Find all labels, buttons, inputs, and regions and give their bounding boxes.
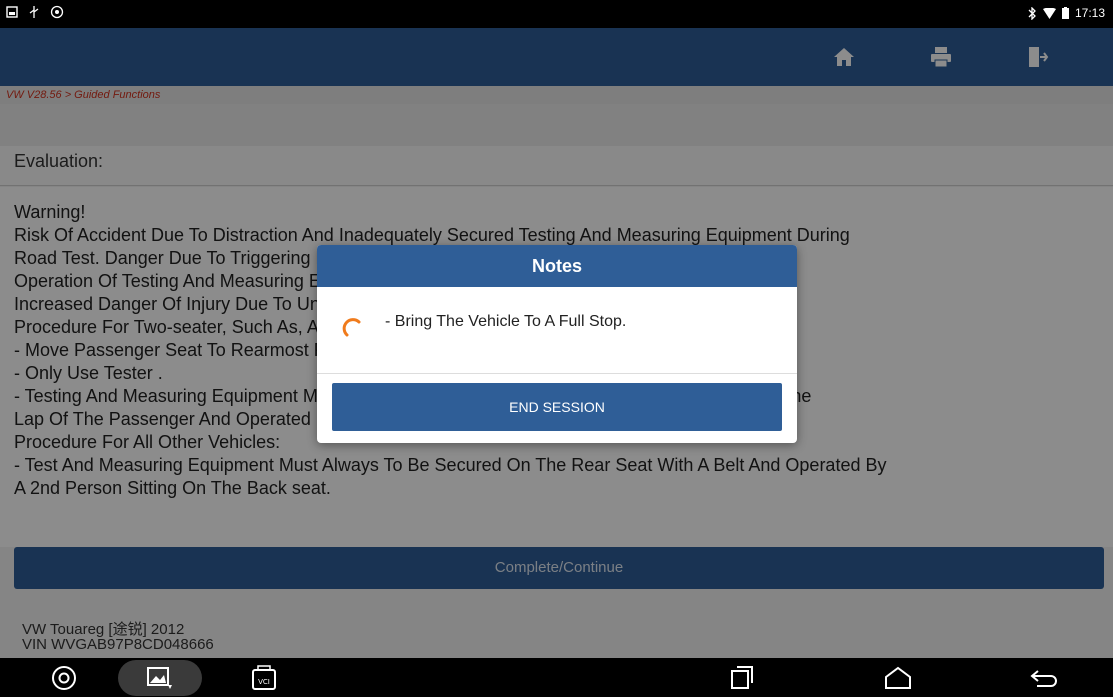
dialog-message: - Bring The Vehicle To A Full Stop. <box>385 313 627 330</box>
gallery-button[interactable] <box>118 660 202 696</box>
wifi-icon <box>1042 7 1056 19</box>
chrome-button[interactable] <box>46 664 82 692</box>
svg-text:VCI: VCI <box>258 678 270 686</box>
gallery-icon <box>147 667 172 689</box>
android-nav-bar: VCI <box>0 658 1113 697</box>
notification-icon <box>6 6 18 18</box>
notes-dialog: Notes - Bring The Vehicle To A Full Stop… <box>317 245 797 443</box>
dialog-title: Notes <box>317 245 797 287</box>
bluetooth-icon <box>1028 6 1036 20</box>
battery-icon <box>1061 7 1069 19</box>
recent-apps-icon <box>731 666 753 689</box>
status-time: 17:13 <box>1074 6 1105 20</box>
home-nav-icon <box>885 666 911 689</box>
vci-button[interactable]: VCI <box>246 664 282 692</box>
back-button[interactable] <box>1026 664 1062 692</box>
end-session-button[interactable]: END SESSION <box>332 383 782 431</box>
recent-apps-button[interactable] <box>724 664 760 692</box>
back-icon <box>1030 670 1057 687</box>
vci-icon: VCI <box>252 665 276 690</box>
chrome-icon <box>52 666 76 690</box>
dialog-divider <box>317 373 797 374</box>
status-bar: 17:13 <box>0 0 1113 28</box>
loading-spinner-icon <box>342 318 361 337</box>
android-debug-icon <box>50 5 64 19</box>
home-nav-button[interactable] <box>880 664 916 692</box>
usb-icon <box>29 6 39 18</box>
